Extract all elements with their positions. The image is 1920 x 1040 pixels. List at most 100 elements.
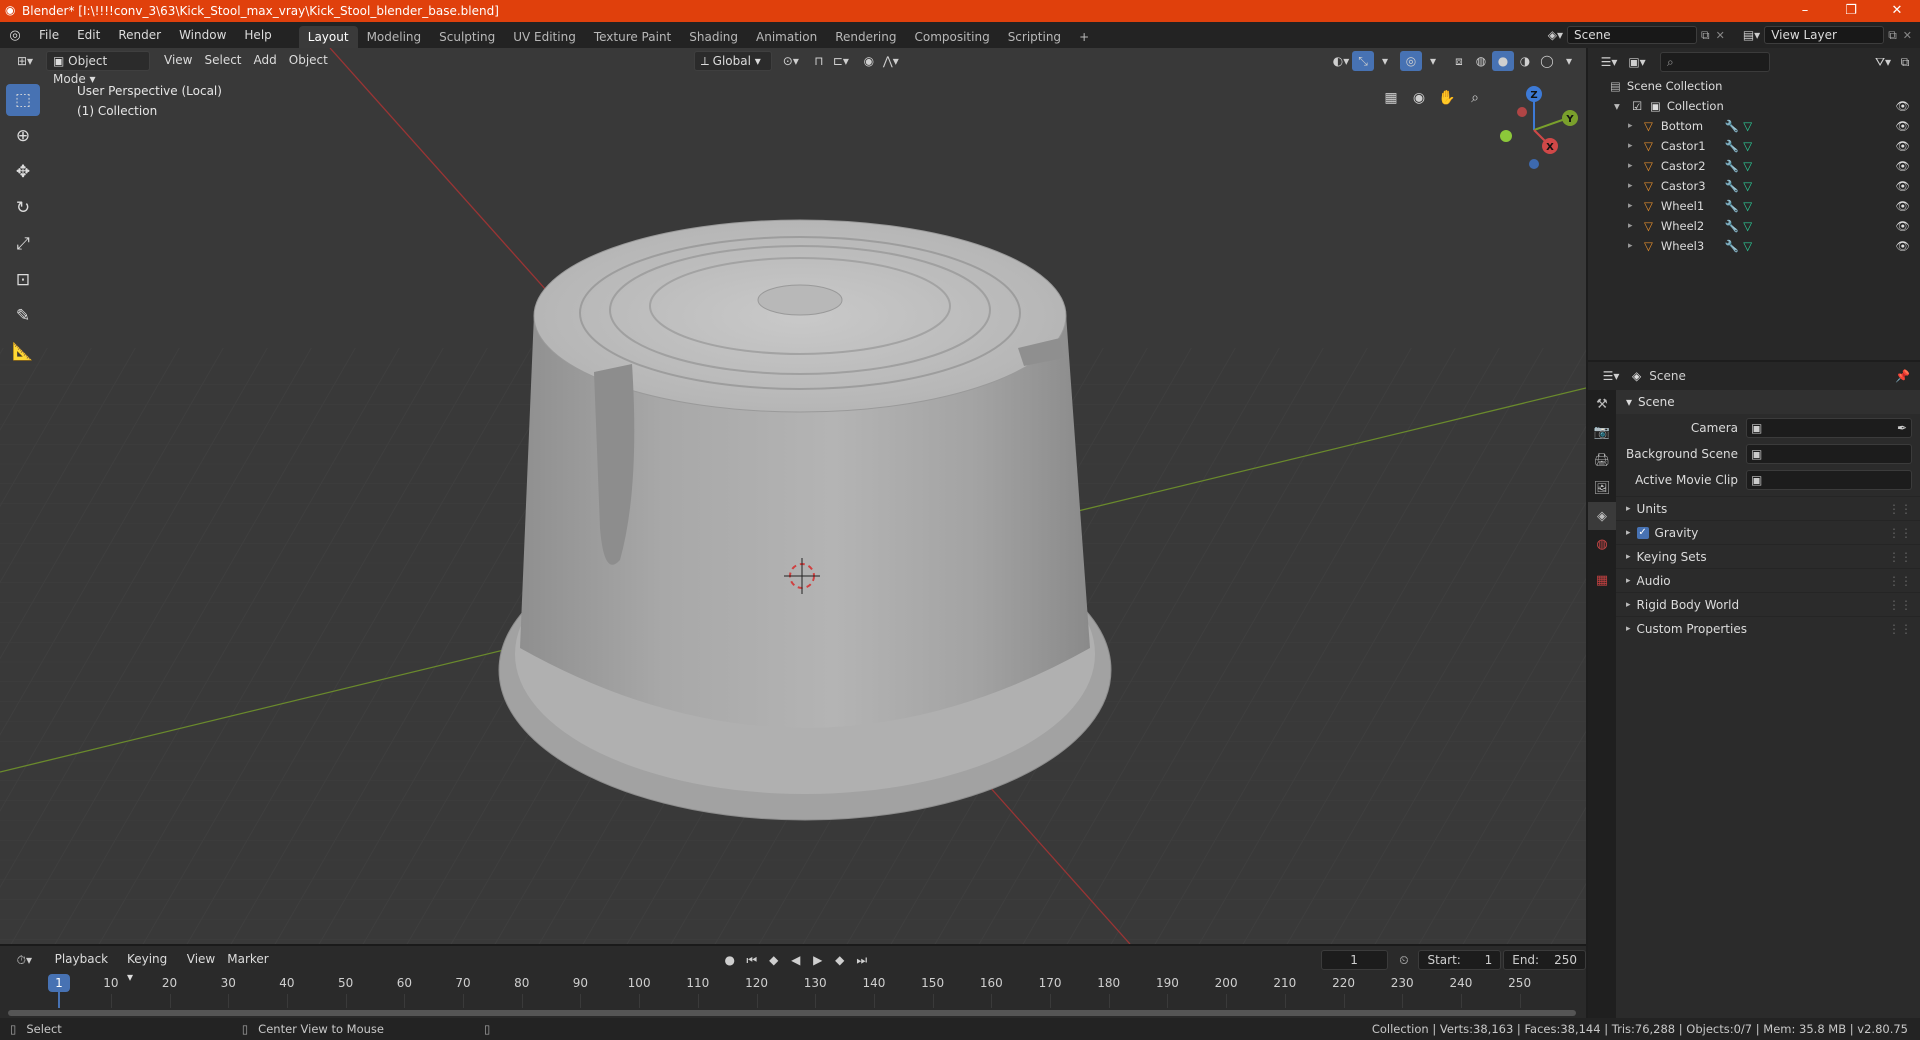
outliner-object-row[interactable]: ▸ ▽ Castor2 🔧 ▽ 👁	[1588, 156, 1920, 176]
frame-ruler[interactable]: 1 10 20 30 40 50 60 70 80 90 100 110 120 130 140 150 16…	[0, 946, 1586, 1020]
mesh-data-icon[interactable]: ▽	[1743, 219, 1752, 233]
proportional-falloff-icon[interactable]: ⋀▾	[880, 51, 902, 71]
scene-panel-header[interactable]: ▾ Scene	[1616, 390, 1920, 414]
modifier-wrench-icon[interactable]: 🔧	[1725, 139, 1739, 153]
texture-tab-icon[interactable]: ▦	[1588, 566, 1616, 594]
visibility-eye-icon[interactable]: 👁	[1895, 119, 1910, 133]
mesh-data-icon[interactable]: ▽	[1743, 239, 1752, 253]
new-collection-icon[interactable]: ⧉	[1894, 52, 1916, 72]
blender-menu-icon[interactable]: ◎	[0, 28, 30, 43]
display-mode-icon[interactable]: ▣▾	[1626, 52, 1648, 72]
transform-tool-icon[interactable]: ⊡	[6, 264, 40, 296]
measure-tool-icon[interactable]: 📐	[6, 336, 40, 368]
drag-handle-icon[interactable]: ⋮⋮	[1888, 550, 1912, 564]
property-section-header[interactable]: ▸ Units ⋮⋮	[1616, 496, 1920, 520]
tab-scripting[interactable]: Scripting	[999, 26, 1070, 48]
gizmo-toggle-icon[interactable]: ⤡	[1352, 51, 1374, 71]
menu-render[interactable]: Render	[109, 22, 170, 48]
drag-handle-icon[interactable]: ⋮⋮	[1888, 526, 1912, 540]
proportional-edit-icon[interactable]: ◉	[858, 51, 880, 71]
select-menu[interactable]: Select	[198, 51, 247, 71]
render-tab-icon[interactable]: 📷	[1588, 418, 1616, 446]
pin-icon[interactable]: 📌	[1895, 369, 1910, 383]
modifier-wrench-icon[interactable]: 🔧	[1725, 119, 1739, 133]
modifier-wrench-icon[interactable]: 🔧	[1725, 219, 1739, 233]
restore-button[interactable]: ❐	[1828, 0, 1874, 22]
scene-collection-row[interactable]: ▤ Scene Collection	[1588, 76, 1920, 96]
zoom-icon[interactable]: ⌕	[1464, 88, 1486, 108]
outliner-object-row[interactable]: ▸ ▽ Wheel1 🔧 ▽ 👁	[1588, 196, 1920, 216]
tab-sculpting[interactable]: Sculpting	[430, 26, 504, 48]
expand-object-icon[interactable]: ▸	[1628, 221, 1640, 231]
outliner-object-row[interactable]: ▸ ▽ Wheel3 🔧 ▽ 👁	[1588, 236, 1920, 256]
toggle-camera-grid-icon[interactable]: ▦	[1380, 88, 1402, 108]
expand-object-icon[interactable]: ▸	[1628, 241, 1640, 251]
annotate-tool-icon[interactable]: ✎	[6, 300, 40, 332]
outliner-editor-type-icon[interactable]: ☰▾	[1598, 52, 1620, 72]
mesh-data-icon[interactable]: ▽	[1743, 199, 1752, 213]
rendered-shading-icon[interactable]: ◯	[1536, 51, 1558, 71]
menu-help[interactable]: Help	[235, 22, 280, 48]
expand-collection-icon[interactable]: ▾	[1614, 99, 1628, 113]
xray-toggle-icon[interactable]: ⧈	[1448, 51, 1470, 71]
new-scene-icon[interactable]: ⧉	[1701, 28, 1710, 43]
filter-icon[interactable]: ⛛▾	[1872, 52, 1894, 72]
tab-rendering[interactable]: Rendering	[826, 26, 905, 48]
drag-handle-icon[interactable]: ⋮⋮	[1888, 598, 1912, 612]
3d-viewport[interactable]: User Perspective (Local) (1) Collection …	[0, 48, 1586, 944]
visibility-eye-icon[interactable]: 👁	[1895, 139, 1910, 153]
gravity-checkbox[interactable]: ✓	[1636, 526, 1649, 539]
property-section-header[interactable]: ▸ Audio ⋮⋮	[1616, 568, 1920, 592]
close-button[interactable]: ✕	[1874, 0, 1920, 22]
select-box-tool-icon[interactable]: ⬚	[6, 84, 40, 116]
scene-tab-active-icon[interactable]: ◈	[1588, 502, 1616, 530]
property-section-header[interactable]: ▸ Keying Sets ⋮⋮	[1616, 544, 1920, 568]
visibility-eye-icon[interactable]: 👁	[1895, 179, 1910, 193]
tab-layout[interactable]: Layout	[298, 26, 358, 48]
visibility-eye-icon[interactable]: 👁	[1895, 219, 1910, 233]
snap-target-icon[interactable]: ⊏▾	[830, 51, 852, 71]
overlay-toggle-icon[interactable]: ◎	[1400, 51, 1422, 71]
selectability-visibility-icon[interactable]: ◐▾	[1330, 51, 1352, 71]
drag-handle-icon[interactable]: ⋮⋮	[1888, 502, 1912, 516]
eyedropper-icon[interactable]: ✒	[1897, 421, 1907, 435]
tab-texture-paint[interactable]: Texture Paint	[585, 26, 680, 48]
modifier-wrench-icon[interactable]: 🔧	[1725, 199, 1739, 213]
new-view-layer-icon[interactable]: ⧉	[1888, 28, 1897, 43]
output-tab-icon[interactable]: 🖨	[1588, 446, 1616, 474]
tool-settings-tab-icon[interactable]: ⚒	[1588, 390, 1616, 418]
scale-tool-icon[interactable]: ⤢	[6, 228, 40, 260]
expand-object-icon[interactable]: ▸	[1628, 201, 1640, 211]
editor-type-icon[interactable]: ⊞▾	[10, 51, 40, 71]
camera-view-icon[interactable]: ◉	[1408, 88, 1430, 108]
outliner-object-row[interactable]: ▸ ▽ Wheel2 🔧 ▽ 👁	[1588, 216, 1920, 236]
stool-model[interactable]	[498, 219, 1112, 821]
tab-shading[interactable]: Shading	[680, 26, 747, 48]
add-menu[interactable]: Add	[248, 51, 283, 71]
property-section-header[interactable]: ▸ ✓ Gravity ⋮⋮	[1616, 520, 1920, 544]
modifier-wrench-icon[interactable]: 🔧	[1725, 179, 1739, 193]
property-section-header[interactable]: ▸ Rigid Body World ⋮⋮	[1616, 592, 1920, 616]
outliner-object-row[interactable]: ▸ ▽ Castor3 🔧 ▽ 👁	[1588, 176, 1920, 196]
drag-handle-icon[interactable]: ⋮⋮	[1888, 622, 1912, 636]
pivot-point-icon[interactable]: ⊙▾	[780, 51, 802, 71]
expand-object-icon[interactable]: ▸	[1628, 141, 1640, 151]
modifier-wrench-icon[interactable]: 🔧	[1725, 159, 1739, 173]
pan-hand-icon[interactable]: ✋	[1436, 88, 1458, 108]
expand-object-icon[interactable]: ▸	[1628, 121, 1640, 131]
mesh-data-icon[interactable]: ▽	[1743, 159, 1752, 173]
expand-object-icon[interactable]: ▸	[1628, 181, 1640, 191]
mesh-data-icon[interactable]: ▽	[1743, 119, 1752, 133]
wireframe-shading-icon[interactable]: ◍	[1470, 51, 1492, 71]
minimize-button[interactable]: –	[1782, 0, 1828, 22]
solid-shading-icon[interactable]: ●	[1492, 51, 1514, 71]
tab-compositing[interactable]: Compositing	[905, 26, 998, 48]
collection-row[interactable]: ▾ ☑ ▣ Collection 👁	[1588, 96, 1920, 116]
cursor-tool-icon[interactable]: ⊕	[6, 120, 40, 152]
visibility-eye-icon[interactable]: 👁	[1895, 199, 1910, 213]
tab-animation[interactable]: Animation	[747, 26, 826, 48]
visibility-eye-icon[interactable]: 👁	[1895, 239, 1910, 253]
timeline-scrollbar[interactable]	[8, 1010, 1576, 1016]
property-value-field[interactable]: ▣ ✒	[1746, 418, 1912, 438]
scene-selector[interactable]: Scene	[1567, 26, 1698, 44]
